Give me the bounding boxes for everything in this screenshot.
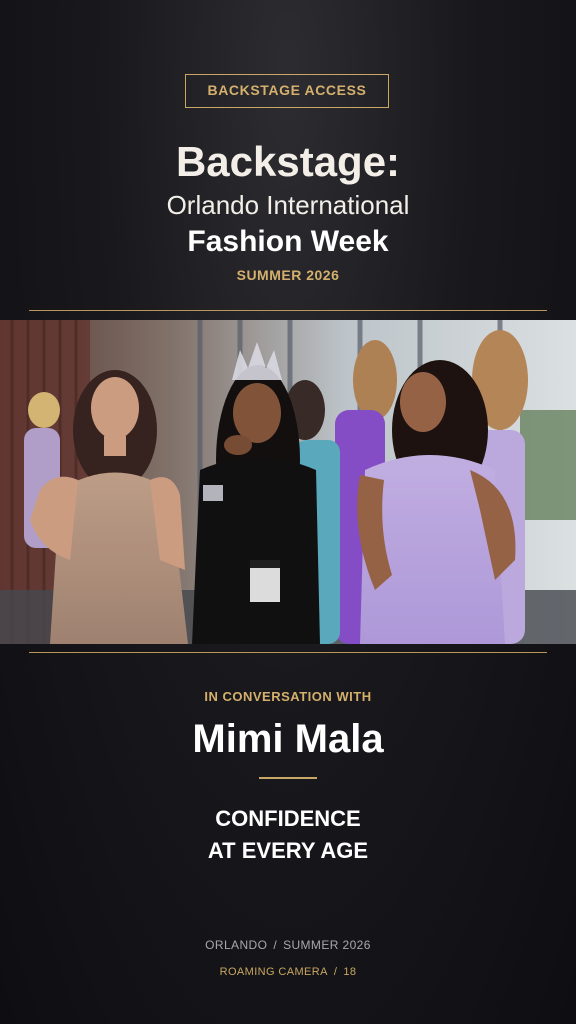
topic-line-2: AT EVERY AGE	[207, 838, 369, 863]
backstage-access-badge: BACKSTAGE ACCESS	[185, 74, 389, 108]
event-name-emphasis: Fashion Week	[187, 225, 389, 258]
footer-separator: /	[273, 938, 278, 952]
segment-number: 18	[343, 966, 357, 978]
guest-name: Mimi Mala	[192, 717, 384, 761]
backstage-photo	[0, 320, 576, 644]
season-label: SUMMER 2026	[236, 267, 340, 283]
segment-name: ROAMING CAMERA	[219, 966, 328, 978]
footer-location: ORLANDO / SUMMER 2026	[0, 938, 576, 953]
name-underline	[259, 777, 317, 779]
segment-separator: /	[333, 966, 338, 978]
page-title: Backstage:	[175, 138, 401, 185]
top-divider	[29, 310, 547, 311]
topic-line-1: CONFIDENCE	[215, 806, 361, 831]
event-name-line: Orlando International	[166, 190, 410, 220]
conversation-kicker: IN CONVERSATION WITH	[204, 689, 372, 704]
footer-season: SUMMER 2026	[283, 938, 371, 952]
footer-city: ORLANDO	[205, 938, 268, 952]
footer-segment: ROAMING CAMERA / 18	[0, 965, 576, 979]
bottom-divider	[29, 652, 547, 653]
